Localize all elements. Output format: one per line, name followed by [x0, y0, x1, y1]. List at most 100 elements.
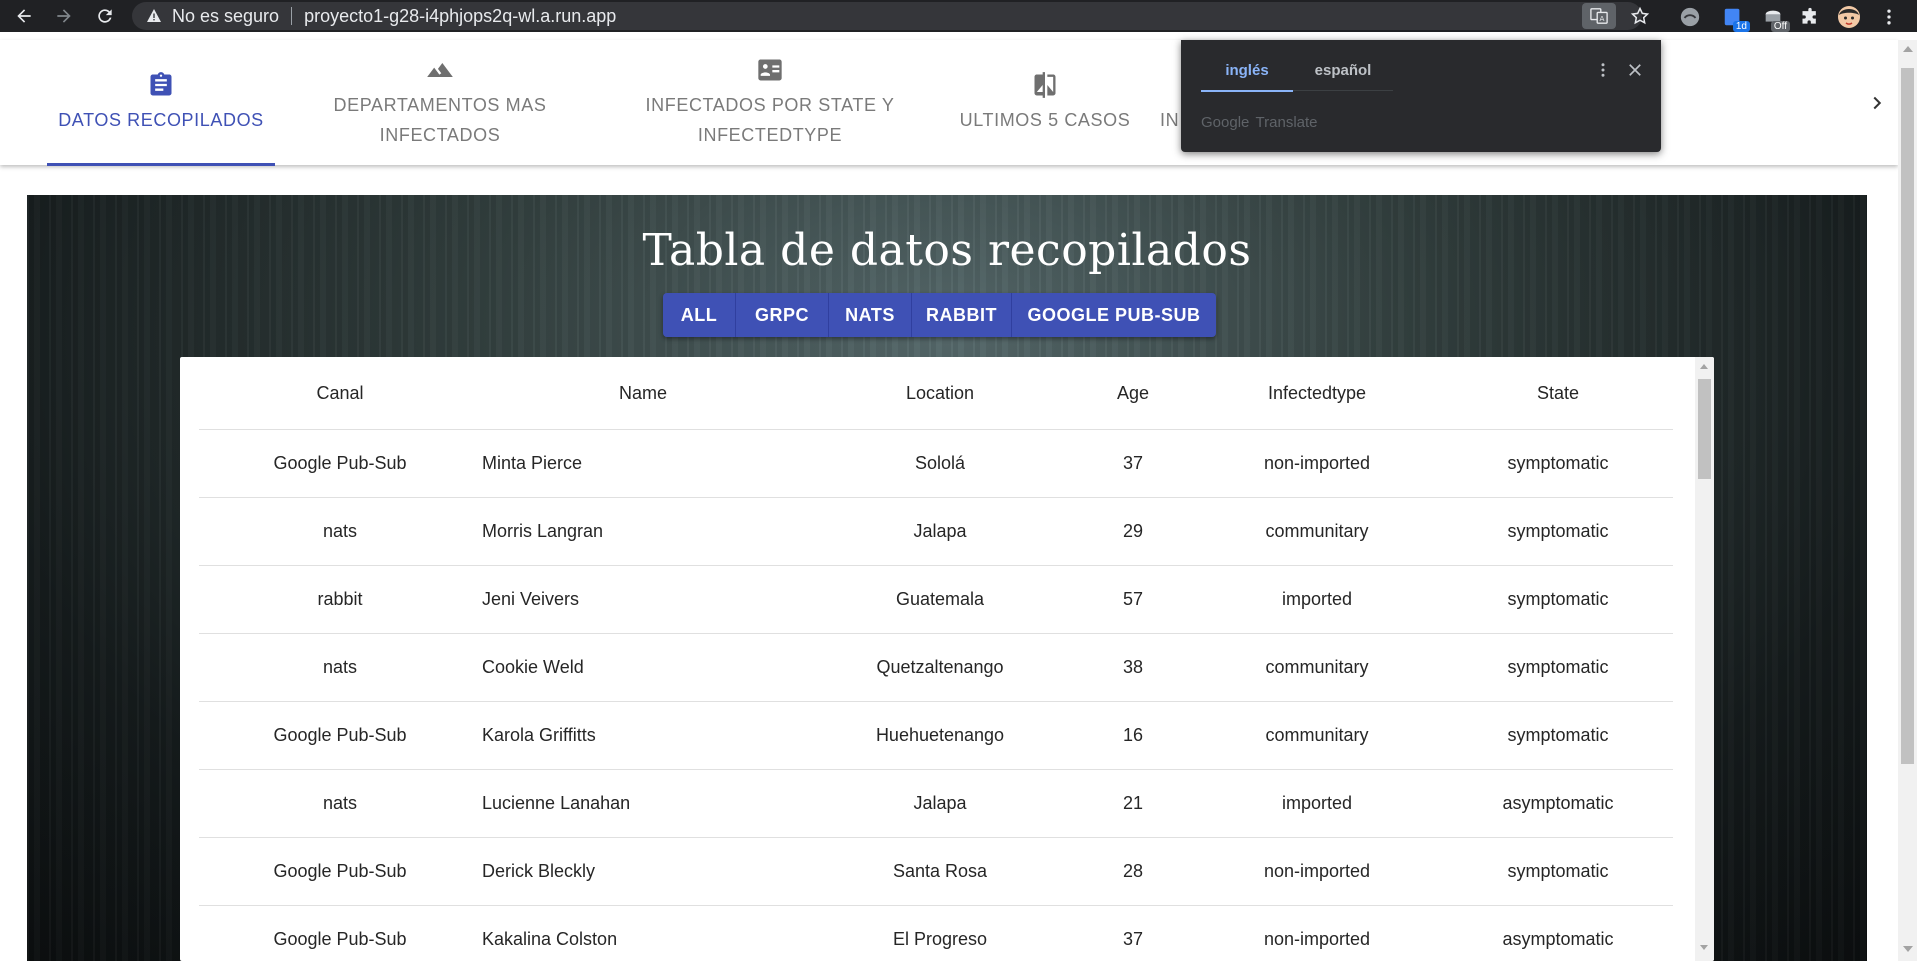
tab-departamentos-mas-infectados[interactable]: DEPARTAMENTOS MAS INFECTADOS: [310, 40, 570, 165]
column-header-canal[interactable]: Canal: [199, 357, 481, 430]
cell-location: Guatemala: [805, 565, 1075, 634]
active-tab-indicator: [47, 163, 275, 166]
cell-infectedtype: non-imported: [1191, 429, 1443, 498]
cell-age: 29: [1075, 497, 1191, 566]
filter-google-pubsub-button[interactable]: GOOGLE PUB-SUB: [1012, 293, 1216, 337]
tab-label: IN: [1160, 109, 1180, 130]
scroll-down-arrow-icon[interactable]: [1700, 945, 1708, 950]
browser-menu-icon[interactable]: [1876, 4, 1902, 30]
table-row: Google Pub-Sub Kakalina Colston El Progr…: [199, 905, 1673, 961]
cell-name: Cookie Weld: [481, 633, 805, 702]
translate-options-button[interactable]: [1589, 52, 1617, 88]
filter-grpc-button[interactable]: GRPC: [736, 293, 829, 337]
table-row: nats Morris Langran Jalapa 29 communitar…: [199, 497, 1673, 566]
reload-button[interactable]: [89, 0, 121, 32]
security-status-label[interactable]: No es seguro: [172, 6, 279, 27]
cell-name: Minta Pierce: [481, 429, 805, 498]
cell-location: El Progreso: [805, 905, 1075, 961]
cell-age: 21: [1075, 769, 1191, 838]
column-header-infectedtype[interactable]: Infectedtype: [1191, 357, 1443, 430]
extension-gray-icon[interactable]: [1677, 4, 1703, 30]
cell-state: asymptomatic: [1443, 769, 1673, 838]
tab-infectados-por-state[interactable]: INFECTADOS POR STATE Y INFECTEDTYPE: [640, 40, 900, 165]
cell-name: Jeni Veivers: [481, 565, 805, 634]
table-row: nats Cookie Weld Quetzaltenango 38 commu…: [199, 633, 1673, 702]
scrollbar-thumb[interactable]: [1698, 379, 1711, 479]
translate-popup: inglés español Google Translate: [1181, 40, 1661, 152]
data-table: Canal Name Location Age Infectedtype Sta…: [199, 357, 1673, 961]
address-bar[interactable]: No es seguro proyecto1-g28-i4phjops2q-wl…: [132, 2, 1642, 30]
back-button[interactable]: [8, 0, 40, 32]
scroll-down-arrow-icon[interactable]: [1903, 946, 1913, 952]
cell-location: Huehuetenango: [805, 701, 1075, 770]
translate-close-button[interactable]: [1621, 52, 1649, 88]
url-text[interactable]: proyecto1-g28-i4phjops2q-wl.a.run.app: [304, 6, 616, 27]
cell-name: Morris Langran: [481, 497, 805, 566]
extension-calendar-icon[interactable]: 1d: [1720, 4, 1750, 32]
cell-name: Kakalina Colston: [481, 905, 805, 961]
table-row: Google Pub-Sub Minta Pierce Sololá 37 no…: [199, 429, 1673, 498]
tabs-scroll-right-button[interactable]: [1857, 40, 1897, 165]
cell-state: symptomatic: [1443, 497, 1673, 566]
cell-state: asymptomatic: [1443, 905, 1673, 961]
translate-target-language-tab[interactable]: español: [1293, 50, 1393, 91]
extension-off-icon[interactable]: Off: [1760, 4, 1790, 32]
cell-canal: Google Pub-Sub: [199, 905, 481, 961]
contact-card-icon: [756, 56, 784, 84]
svg-text:A: A: [1599, 14, 1604, 23]
cell-state: symptomatic: [1443, 837, 1673, 906]
tab-label: DEPARTAMENTOS MAS INFECTADOS: [333, 94, 547, 145]
cell-state: symptomatic: [1443, 429, 1673, 498]
extension-badge: Off: [1770, 21, 1790, 32]
cell-canal: Google Pub-Sub: [199, 701, 481, 770]
scrollbar-thumb[interactable]: [1901, 68, 1914, 764]
cell-canal: nats: [199, 633, 481, 702]
page-scrollbar[interactable]: [1898, 40, 1917, 961]
cell-age: 16: [1075, 701, 1191, 770]
cell-name: Karola Griffitts: [481, 701, 805, 770]
cell-infectedtype: non-imported: [1191, 905, 1443, 961]
compare-icon: [1031, 71, 1059, 99]
table-scrollbar[interactable]: [1695, 357, 1714, 961]
filter-all-button[interactable]: ALL: [663, 293, 736, 337]
cell-age: 37: [1075, 429, 1191, 498]
cell-name: Lucienne Lanahan: [481, 769, 805, 838]
column-header-location[interactable]: Location: [805, 357, 1075, 430]
column-header-name[interactable]: Name: [481, 357, 805, 430]
cell-canal: rabbit: [199, 565, 481, 634]
filter-nats-button[interactable]: NATS: [829, 293, 912, 337]
tab-datos-recopilados[interactable]: DATOS RECOPILADOS: [47, 40, 275, 165]
chevron-right-icon: [1873, 96, 1882, 109]
cell-state: symptomatic: [1443, 701, 1673, 770]
warning-icon: [146, 8, 162, 24]
puzzle-icon[interactable]: [1797, 4, 1823, 30]
translate-page-icon[interactable]: A: [1582, 3, 1616, 29]
cell-age: 38: [1075, 633, 1191, 702]
filter-rabbit-button[interactable]: RABBIT: [912, 293, 1012, 337]
column-header-age[interactable]: Age: [1075, 357, 1191, 430]
table-header-row: Canal Name Location Age Infectedtype Sta…: [199, 357, 1673, 430]
cell-canal: nats: [199, 497, 481, 566]
cell-infectedtype: communitary: [1191, 497, 1443, 566]
scroll-up-arrow-icon[interactable]: [1700, 364, 1708, 369]
table-row: nats Lucienne Lanahan Jalapa 21 imported…: [199, 769, 1673, 838]
forward-button[interactable]: [48, 0, 80, 32]
close-icon: [1629, 64, 1641, 76]
tab-label: DATOS RECOPILADOS: [58, 109, 264, 130]
cell-age: 57: [1075, 565, 1191, 634]
tab-ultimos-5-casos[interactable]: ULTIMOS 5 CASOS: [945, 40, 1145, 165]
cell-canal: Google Pub-Sub: [199, 837, 481, 906]
avatar[interactable]: [1836, 4, 1862, 30]
cell-age: 37: [1075, 905, 1191, 961]
bookmark-star-icon[interactable]: [1628, 4, 1652, 28]
tab-label: ULTIMOS 5 CASOS: [959, 109, 1131, 130]
divider: [291, 7, 293, 25]
column-header-state[interactable]: State: [1443, 357, 1673, 430]
page-title: Tabla de datos recopilados: [642, 225, 1252, 276]
reload-icon: [98, 9, 112, 23]
cell-age: 28: [1075, 837, 1191, 906]
browser-toolbar: No es seguro proyecto1-g28-i4phjops2q-wl…: [0, 0, 1917, 32]
scroll-up-arrow-icon[interactable]: [1903, 46, 1913, 52]
cell-infectedtype: imported: [1191, 769, 1443, 838]
translate-source-language-tab[interactable]: inglés: [1201, 50, 1293, 92]
